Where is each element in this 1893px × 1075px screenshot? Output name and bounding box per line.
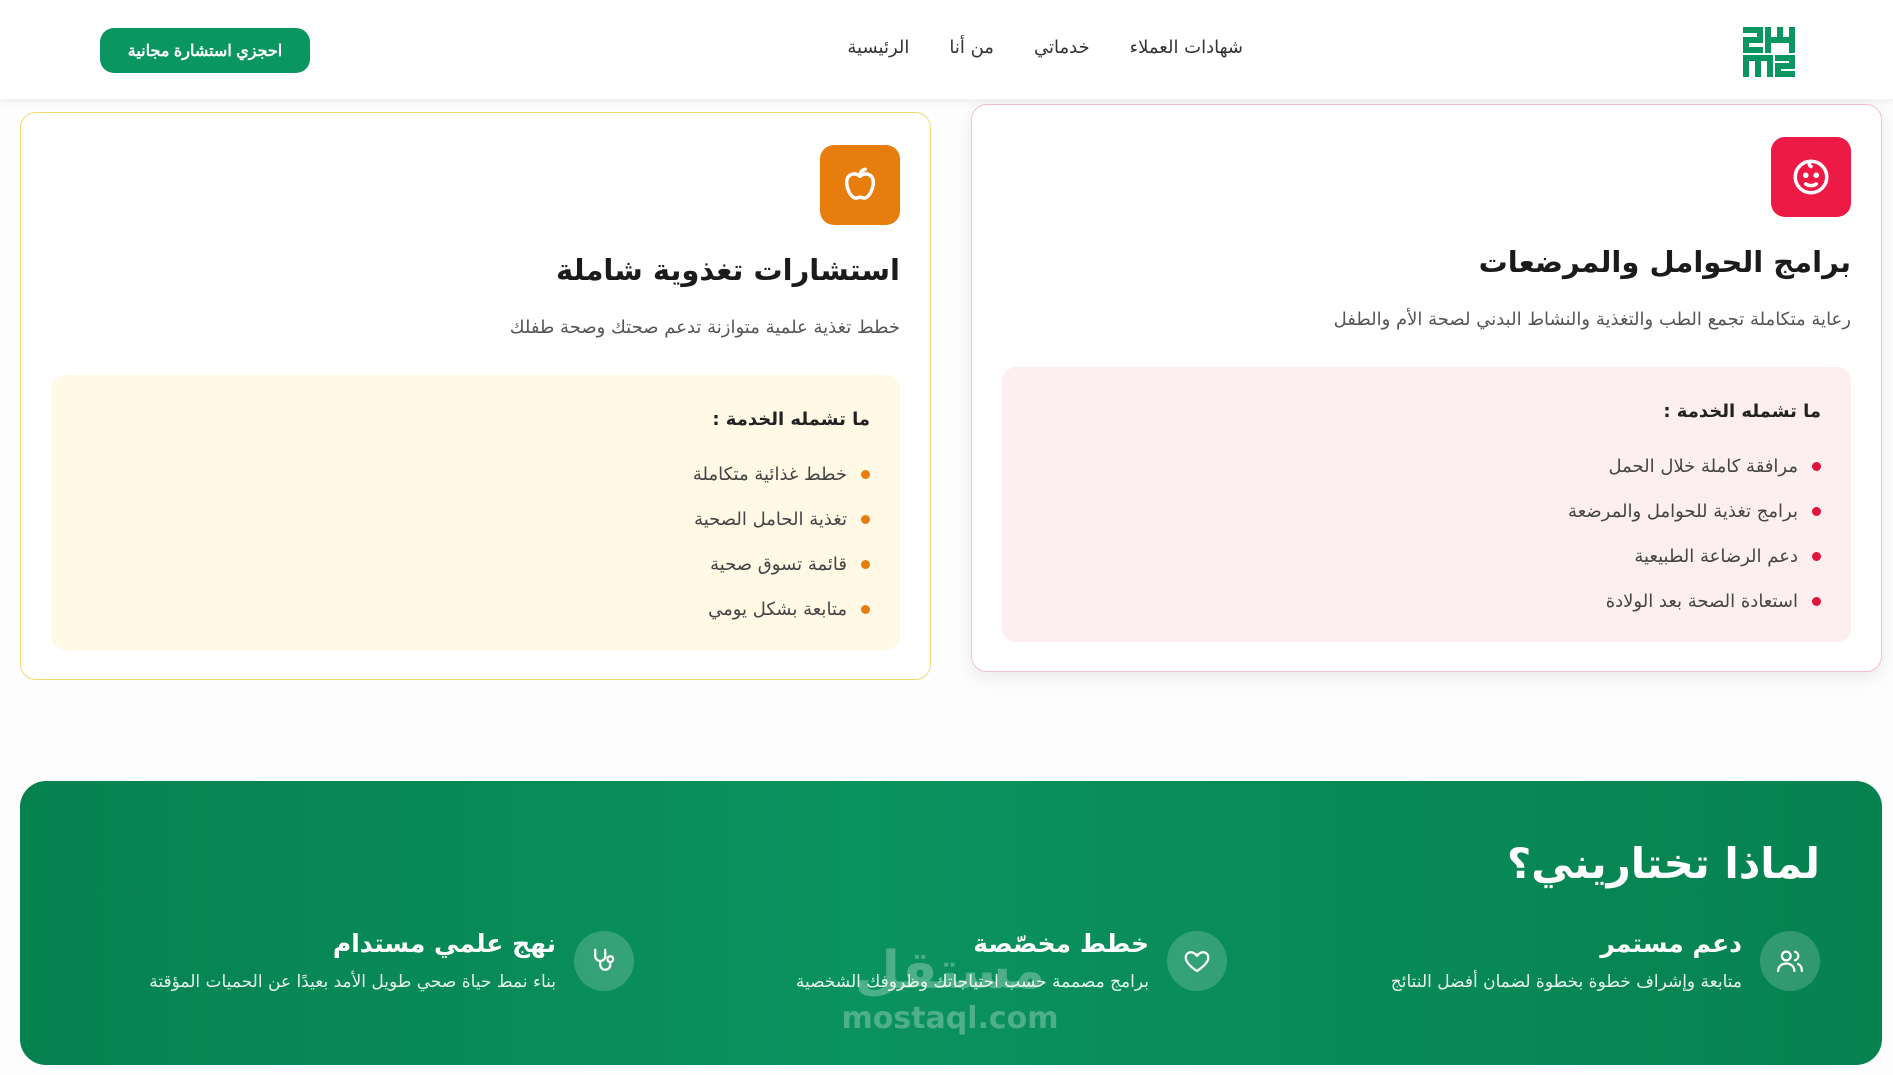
- section-title: لماذا تختاريني؟: [1506, 839, 1820, 888]
- service-includes-box: ما تشمله الخدمة : مرافقة كاملة خلال الحم…: [1002, 367, 1851, 642]
- includes-heading: ما تشمله الخدمة :: [712, 409, 870, 430]
- bullet-icon: [1812, 597, 1821, 606]
- service-card-pregnancy: برامج الحوامل والمرضعات رعاية متكاملة تج…: [971, 104, 1882, 672]
- bullet-icon: [861, 470, 870, 479]
- heart-icon: [1167, 931, 1227, 991]
- list-item: استعادة الصحة بعد الولادة: [1032, 579, 1821, 624]
- nav-about[interactable]: من أنا: [949, 37, 994, 58]
- service-card-nutrition: استشارات تغذوية شاملة خطط تغذية علمية مت…: [20, 112, 931, 680]
- brand-logo-icon[interactable]: [1740, 22, 1798, 80]
- bullet-icon: [1812, 552, 1821, 561]
- includes-heading: ما تشمله الخدمة :: [1663, 401, 1821, 422]
- main-nav: الرئيسية من أنا خدماتي شهادات العملاء: [847, 37, 1243, 58]
- baby-face-icon: [1771, 137, 1851, 217]
- users-icon: [1760, 931, 1820, 991]
- card-title: برامج الحوامل والمرضعات: [1478, 245, 1851, 279]
- feature-title: نهج علمي مستدام: [332, 929, 556, 958]
- list-item: دعم الرضاعة الطبيعية: [1032, 534, 1821, 579]
- feature-description: بناء نمط حياة صحي طويل الأمد بعيدًا عن ا…: [149, 972, 556, 992]
- bullet-icon: [1812, 507, 1821, 516]
- card-title: استشارات تغذوية شاملة: [556, 253, 900, 287]
- apple-icon: [820, 145, 900, 225]
- bullet-icon: [1812, 462, 1821, 471]
- nav-testimonials[interactable]: شهادات العملاء: [1130, 37, 1243, 58]
- feature-description: متابعة وإشراف خطوة بخطوة لضمان أفضل النت…: [1390, 972, 1742, 992]
- nav-services[interactable]: خدماتي: [1034, 37, 1090, 58]
- list-item: برامج تغذية للحوامل والمرضعة: [1032, 489, 1821, 534]
- list-item: مرافقة كاملة خلال الحمل: [1032, 444, 1821, 489]
- watermark: مستقل mostaql.com: [830, 945, 1070, 1036]
- feature-title: دعم مستمر: [1600, 929, 1742, 958]
- bullet-icon: [861, 605, 870, 614]
- feature-scientific-approach: نهج علمي مستدام بناء نمط حياة صحي طويل ا…: [149, 929, 634, 992]
- feature-continuous-support: دعم مستمر متابعة وإشراف خطوة بخطوة لضمان…: [1391, 929, 1820, 992]
- stethoscope-icon: [574, 931, 634, 991]
- free-consultation-button[interactable]: احجزي استشارة مجانية: [100, 28, 310, 73]
- nav-home[interactable]: الرئيسية: [847, 37, 909, 58]
- list-item: تغذية الحامل الصحية: [81, 497, 870, 542]
- list-item: خطط غذائية متكاملة: [81, 452, 870, 497]
- includes-list: خطط غذائية متكاملة تغذية الحامل الصحية ق…: [81, 452, 870, 632]
- card-description: رعاية متكاملة تجمع الطب والتغذية والنشاط…: [1333, 309, 1851, 330]
- list-item: قائمة تسوق صحية: [81, 542, 870, 587]
- watermark-arabic: مستقل: [854, 941, 1046, 1001]
- bullet-icon: [861, 560, 870, 569]
- bullet-icon: [861, 515, 870, 524]
- card-description: خطط تغذية علمية متوازنة تدعم صحتك وصحة ط…: [509, 317, 900, 338]
- list-item: متابعة بشكل يومي: [81, 587, 870, 632]
- includes-list: مرافقة كاملة خلال الحمل برامج تغذية للحو…: [1032, 444, 1821, 624]
- service-includes-box: ما تشمله الخدمة : خطط غذائية متكاملة تغذ…: [51, 375, 900, 650]
- watermark-latin: mostaql.com: [841, 1001, 1059, 1036]
- top-navbar: الرئيسية من أنا خدماتي شهادات العملاء اح…: [0, 0, 1893, 99]
